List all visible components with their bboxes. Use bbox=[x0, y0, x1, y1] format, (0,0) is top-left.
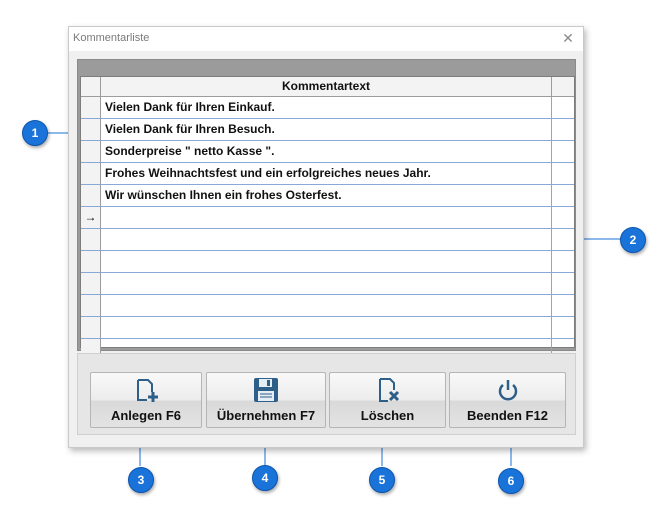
callout-5: 5 bbox=[369, 467, 395, 493]
row-selector[interactable] bbox=[81, 317, 101, 339]
row-filler-cell bbox=[552, 97, 574, 119]
anlegen-button-label: Anlegen F6 bbox=[110, 408, 182, 423]
row-selector[interactable] bbox=[81, 97, 101, 119]
comment-cell[interactable] bbox=[101, 207, 552, 229]
table-row[interactable] bbox=[81, 251, 574, 273]
table-row[interactable]: → bbox=[81, 207, 574, 229]
table-row[interactable]: Vielen Dank für Ihren Einkauf. bbox=[81, 97, 574, 119]
callout-1: 1 bbox=[22, 120, 48, 146]
table-row[interactable]: Vielen Dank für Ihren Besuch. bbox=[81, 119, 574, 141]
power-icon bbox=[450, 377, 565, 403]
grid-panel: Kommentartext Vielen Dank für Ihren Eink… bbox=[77, 59, 576, 361]
row-selector-header bbox=[81, 77, 101, 97]
row-filler-cell bbox=[552, 273, 574, 295]
column-header-filler bbox=[552, 77, 574, 97]
table-row[interactable] bbox=[81, 295, 574, 317]
row-filler-cell bbox=[552, 119, 574, 141]
loeschen-button[interactable]: Löschen bbox=[329, 372, 446, 428]
comment-cell[interactable]: Vielen Dank für Ihren Einkauf. bbox=[101, 97, 552, 119]
callout-4: 4 bbox=[252, 465, 278, 491]
row-selector[interactable] bbox=[81, 119, 101, 141]
row-filler-cell bbox=[552, 251, 574, 273]
row-selector[interactable]: → bbox=[81, 207, 101, 229]
table-row[interactable] bbox=[81, 229, 574, 251]
row-selector[interactable] bbox=[81, 251, 101, 273]
row-selector[interactable] bbox=[81, 229, 101, 251]
uebernehmen-button[interactable]: Übernehmen F7 bbox=[206, 372, 326, 428]
callout-6: 6 bbox=[498, 468, 524, 494]
table-row[interactable]: Frohes Weihnachtsfest und ein erfolgreic… bbox=[81, 163, 574, 185]
comment-cell[interactable] bbox=[101, 273, 552, 295]
comment-list-dialog: Kommentarliste ✕ Kommentartext Vielen Da… bbox=[68, 26, 584, 448]
row-filler-cell bbox=[552, 317, 574, 339]
row-filler-cell bbox=[552, 185, 574, 207]
comment-cell[interactable] bbox=[101, 295, 552, 317]
comment-cell[interactable]: Sonderpreise " netto Kasse ". bbox=[101, 141, 552, 163]
save-floppy-icon bbox=[207, 377, 325, 403]
row-selector[interactable] bbox=[81, 141, 101, 163]
comment-cell[interactable] bbox=[101, 317, 552, 339]
table-row[interactable] bbox=[81, 273, 574, 295]
row-selector[interactable] bbox=[81, 295, 101, 317]
row-selector[interactable] bbox=[81, 163, 101, 185]
button-bar: Anlegen F6 Übernehmen F7 Löschen Beenden… bbox=[77, 353, 576, 435]
table-row[interactable]: Wir wünschen Ihnen ein frohes Osterfest. bbox=[81, 185, 574, 207]
close-icon[interactable]: ✕ bbox=[559, 29, 577, 47]
beenden-button-label: Beenden F12 bbox=[467, 408, 548, 423]
row-selector[interactable] bbox=[81, 185, 101, 207]
callout-3: 3 bbox=[128, 467, 154, 493]
uebernehmen-button-label: Übernehmen F7 bbox=[216, 408, 316, 423]
comment-cell[interactable]: Vielen Dank für Ihren Besuch. bbox=[101, 119, 552, 141]
callout-2: 2 bbox=[620, 227, 646, 253]
new-document-icon bbox=[91, 377, 201, 403]
row-filler-cell bbox=[552, 229, 574, 251]
comment-cell[interactable]: Wir wünschen Ihnen ein frohes Osterfest. bbox=[101, 185, 552, 207]
beenden-button[interactable]: Beenden F12 bbox=[449, 372, 566, 428]
table-row[interactable]: Sonderpreise " netto Kasse ". bbox=[81, 141, 574, 163]
row-filler-cell bbox=[552, 163, 574, 185]
delete-document-icon bbox=[330, 377, 445, 403]
comment-cell[interactable] bbox=[101, 251, 552, 273]
anlegen-button[interactable]: Anlegen F6 bbox=[90, 372, 202, 428]
row-filler-cell bbox=[552, 141, 574, 163]
comment-cell[interactable]: Frohes Weihnachtsfest und ein erfolgreic… bbox=[101, 163, 552, 185]
row-filler-cell bbox=[552, 207, 574, 229]
table-row[interactable] bbox=[81, 317, 574, 339]
window-title: Kommentarliste bbox=[73, 32, 150, 44]
row-filler-cell bbox=[552, 295, 574, 317]
title-bar: Kommentarliste ✕ bbox=[69, 27, 583, 51]
row-selector[interactable] bbox=[81, 273, 101, 295]
comment-grid[interactable]: Kommentartext Vielen Dank für Ihren Eink… bbox=[80, 76, 575, 361]
loeschen-button-label: Löschen bbox=[360, 408, 415, 423]
column-header-kommentartext[interactable]: Kommentartext bbox=[101, 77, 552, 97]
comment-cell[interactable] bbox=[101, 229, 552, 251]
